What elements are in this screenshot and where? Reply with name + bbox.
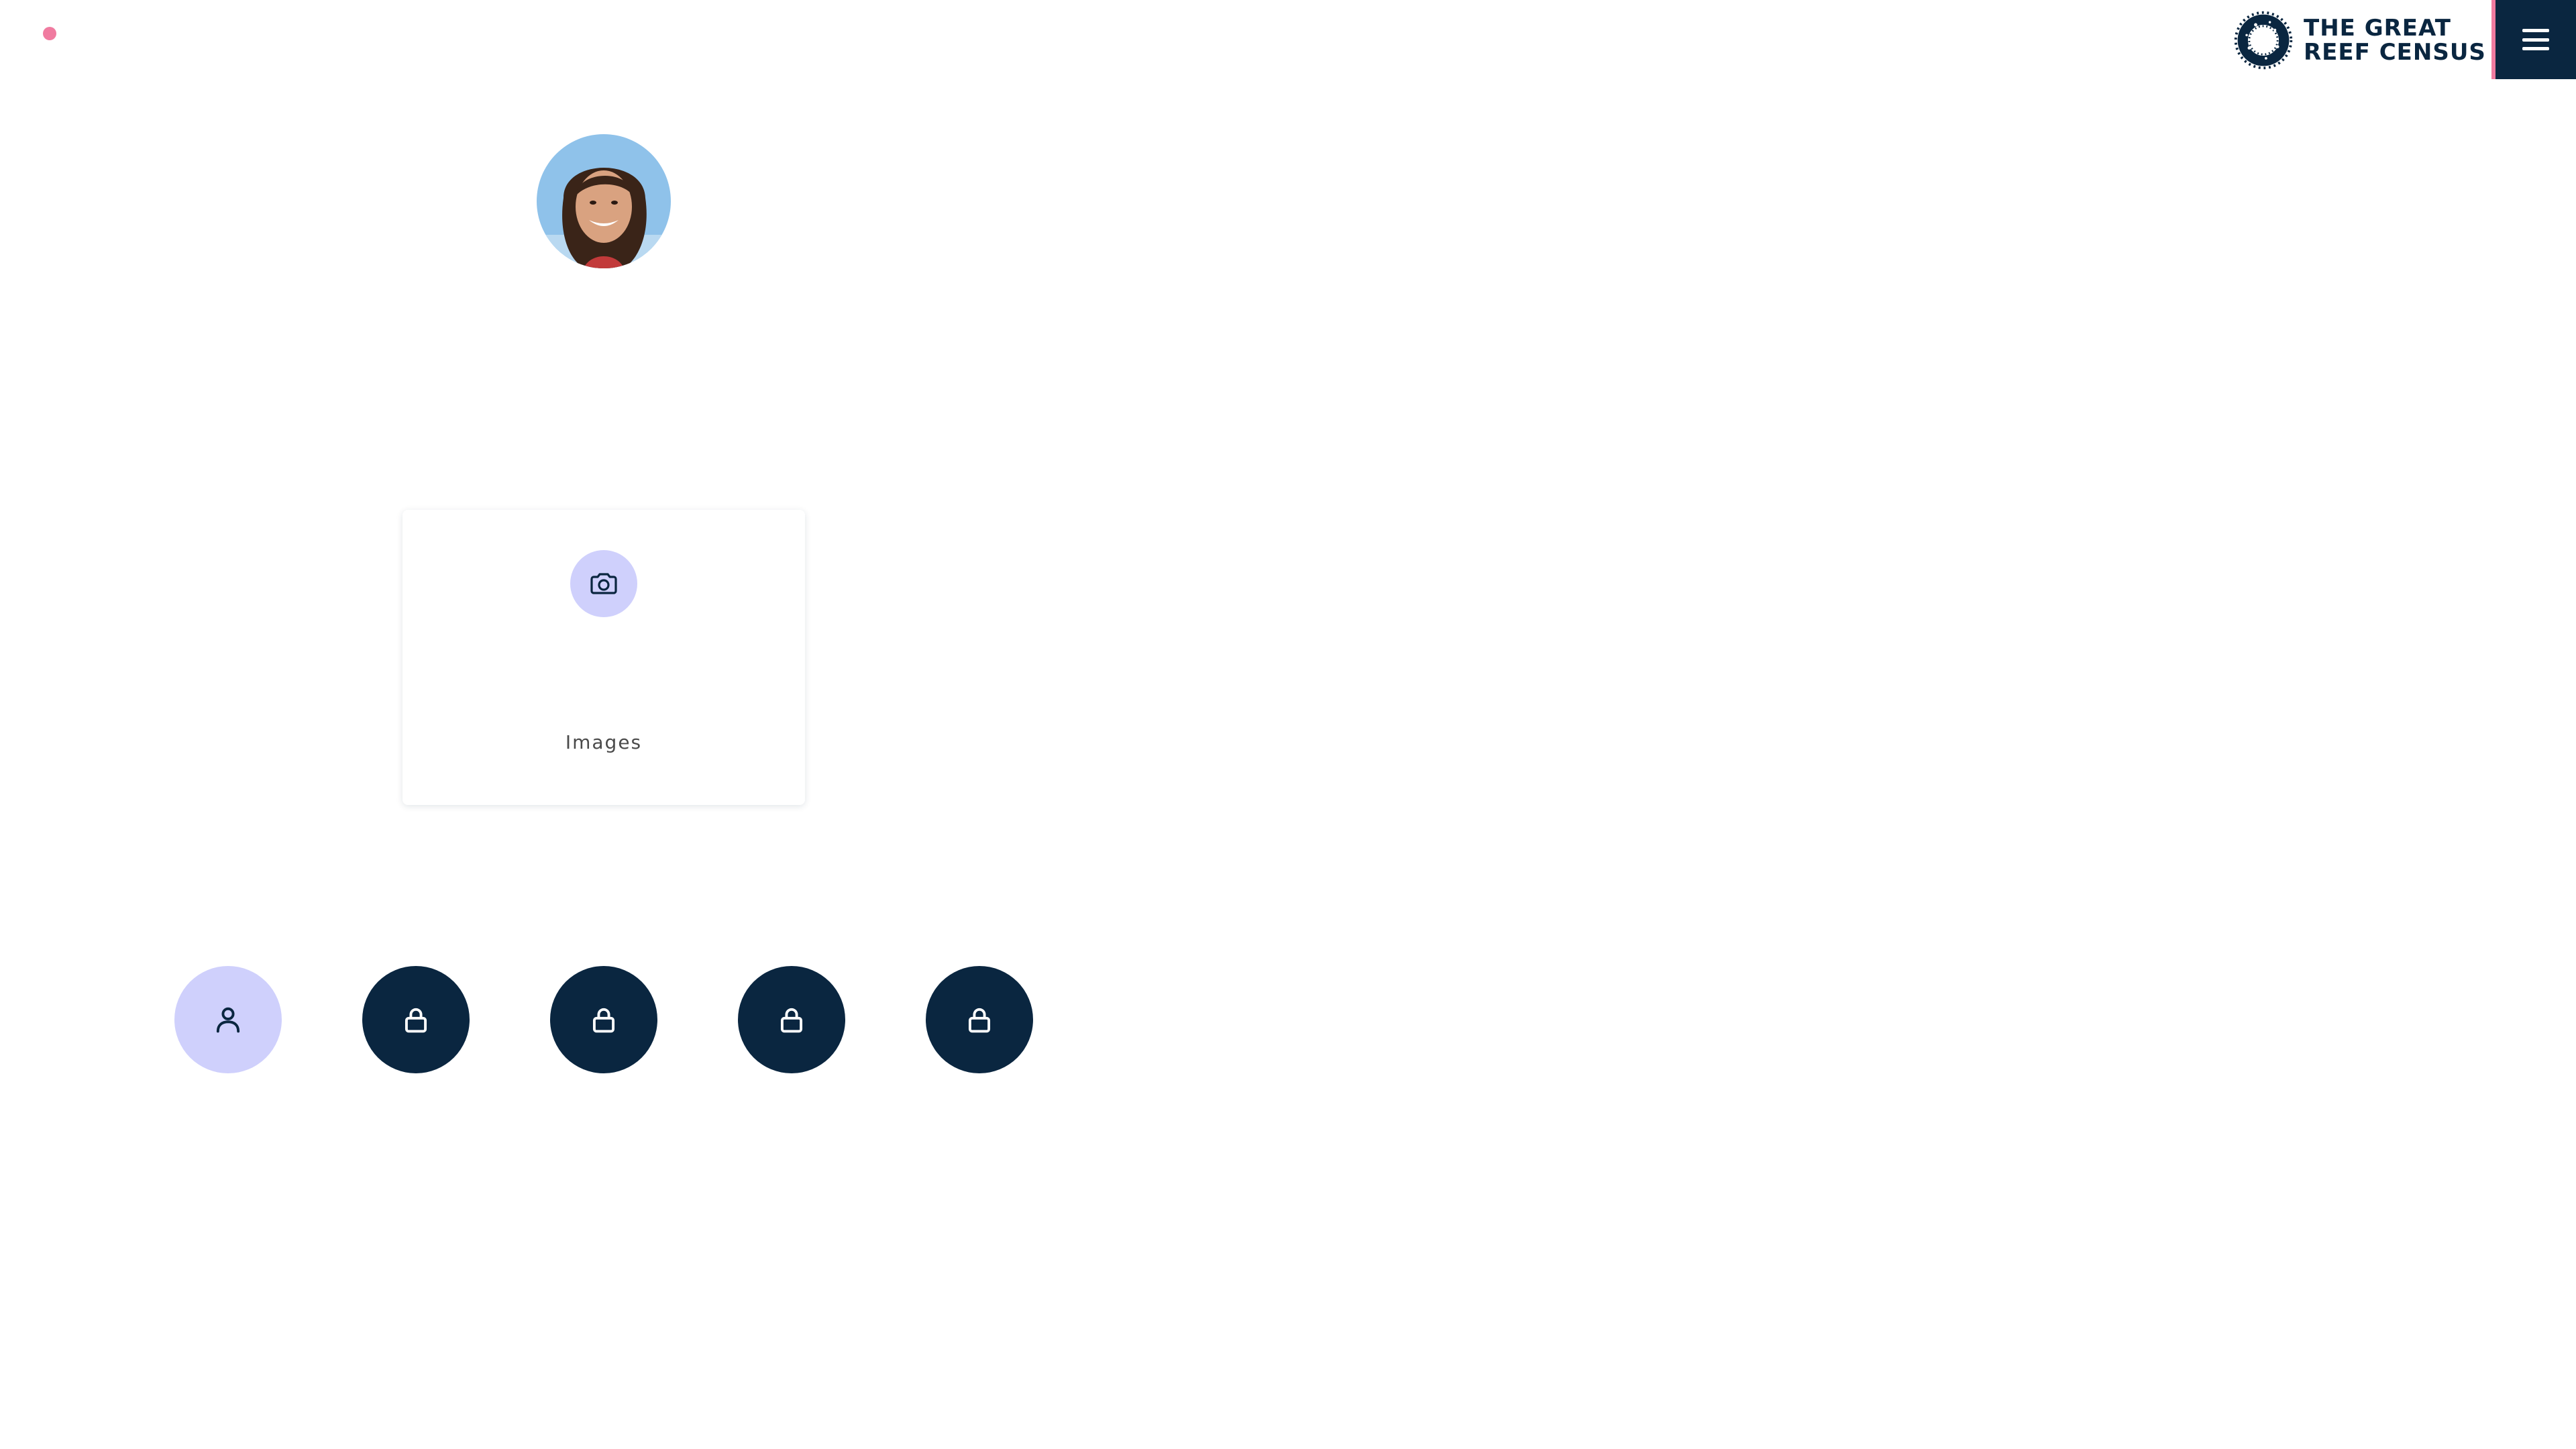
reef-ring-logo-icon: [2234, 11, 2293, 70]
hamburger-menu-icon: [2522, 29, 2549, 50]
step-1-profile[interactable]: [174, 966, 282, 1073]
page: THE GREAT REEF CENSUS Images: [0, 0, 2576, 1449]
step-4-locked[interactable]: [738, 966, 845, 1073]
lock-icon: [592, 1008, 615, 1033]
logo-wordmark: THE GREAT REEF CENSUS: [2304, 16, 2486, 64]
status-dot: [43, 27, 56, 40]
lock-icon: [405, 1008, 427, 1033]
camera-icon-badge: [570, 550, 637, 617]
lock-icon: [968, 1008, 991, 1033]
menu-button[interactable]: [2491, 0, 2576, 79]
camera-icon: [590, 573, 617, 594]
step-5-locked[interactable]: [926, 966, 1033, 1073]
user-avatar-photo-icon: [537, 134, 671, 268]
logo-line-2: REEF CENSUS: [2304, 39, 2486, 66]
site-logo[interactable]: THE GREAT REEF CENSUS: [2231, 8, 2485, 72]
images-label: Images: [565, 731, 643, 753]
lock-icon: [780, 1008, 803, 1033]
logo-line-1: THE GREAT: [2304, 15, 2451, 42]
avatar: [537, 134, 671, 268]
step-2-locked[interactable]: [362, 966, 470, 1073]
user-icon: [216, 1007, 240, 1033]
images-upload-card[interactable]: Images: [402, 510, 805, 805]
step-3-locked[interactable]: [550, 966, 657, 1073]
